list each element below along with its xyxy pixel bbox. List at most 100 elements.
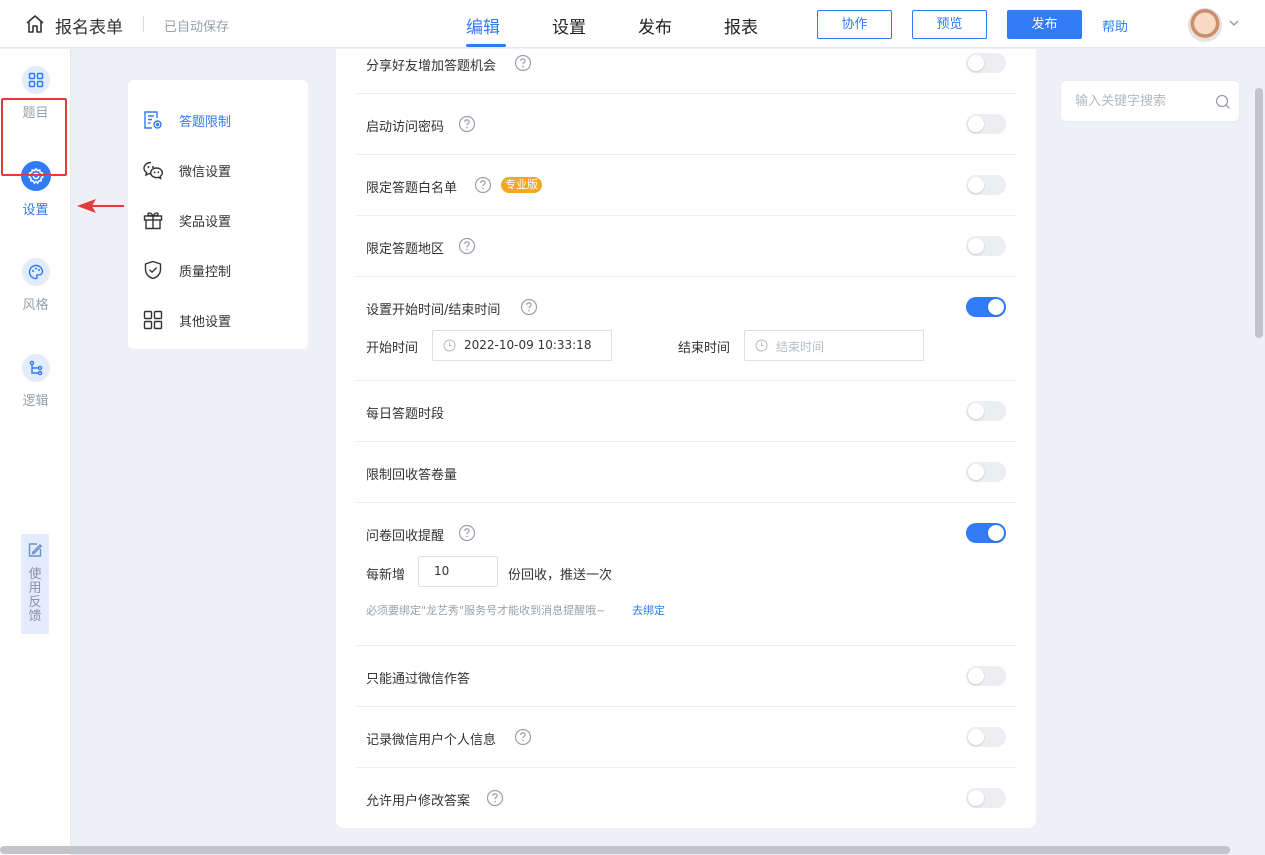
- question-icon[interactable]: [520, 298, 538, 316]
- submenu-label: 奖品设置: [179, 214, 232, 230]
- tab-edit[interactable]: 编辑: [466, 13, 500, 38]
- bind-hint: 必须要绑定"龙艺秀"服务号才能收到消息提醒哦~: [366, 604, 606, 617]
- submenu-item-prize[interactable]: 奖品设置: [128, 195, 308, 245]
- autosave-status: 已自动保存: [164, 20, 230, 35]
- logic-branch-icon: [21, 354, 50, 382]
- home-icon[interactable]: [24, 13, 46, 35]
- setting-label: 限定答题白名单: [366, 181, 458, 196]
- toggle-reminder[interactable]: [966, 523, 1006, 543]
- toggle-share[interactable]: [966, 53, 1006, 73]
- publish-button[interactable]: 发布: [1007, 10, 1082, 39]
- question-icon[interactable]: [486, 789, 504, 807]
- reminder-count-input[interactable]: 10: [418, 556, 498, 587]
- settings-highlight-box: [1, 98, 67, 176]
- setting-row-reminder: 问卷回收提醒 每新增 10 份回收，推送一次 必须要绑定"龙艺秀"服务号才能收到…: [356, 503, 1016, 646]
- grid-icon: [21, 66, 50, 94]
- every-new-label: 每新增: [366, 568, 406, 583]
- avatar[interactable]: [1188, 8, 1222, 42]
- preview-button[interactable]: 预览: [912, 10, 987, 39]
- active-tab-indicator: [466, 44, 506, 47]
- toggle-whitelist[interactable]: [966, 175, 1006, 195]
- toggle-password[interactable]: [966, 114, 1006, 134]
- vertical-scrollbar[interactable]: [1255, 88, 1263, 338]
- feedback-button[interactable]: 使用反馈: [21, 534, 49, 634]
- setting-label: 记录微信用户个人信息: [366, 733, 497, 748]
- setting-label: 限定答题地区: [366, 242, 445, 257]
- rail-item-logic[interactable]: 逻辑: [0, 354, 71, 409]
- search-icon[interactable]: [1215, 94, 1231, 110]
- start-time-input[interactable]: 2022-10-09 10:33:18: [432, 330, 612, 361]
- setting-label: 启动访问密码: [366, 120, 445, 135]
- setting-row-time-range: 设置开始时间/结束时间 开始时间 2022-10-09 10:33:18 结束时…: [356, 277, 1016, 381]
- question-icon[interactable]: [458, 115, 476, 133]
- collab-button[interactable]: 协作: [817, 10, 892, 39]
- shield-check-icon: [144, 260, 162, 280]
- settings-submenu: 答题限制 微信设置 奖品设置 质量控制 其他设置: [128, 80, 308, 349]
- pro-badge: 专业版: [501, 177, 542, 193]
- question-icon[interactable]: [474, 176, 492, 194]
- toggle-wechat-only[interactable]: [966, 666, 1006, 686]
- reminder-count-value: 10: [434, 564, 450, 578]
- top-header: 报名表单 已自动保存 编辑 设置 发布 报表 协作 预览 发布 帮助: [0, 0, 1265, 48]
- clock-icon: [755, 339, 768, 352]
- bind-link[interactable]: 去绑定: [632, 602, 665, 618]
- help-link[interactable]: 帮助: [1102, 16, 1128, 35]
- search-box: [1060, 80, 1240, 122]
- tab-settings[interactable]: 设置: [552, 13, 586, 38]
- question-icon[interactable]: [458, 524, 476, 542]
- submenu-item-quality[interactable]: 质量控制: [128, 245, 308, 295]
- toggle-daily[interactable]: [966, 401, 1006, 421]
- setting-row-region: 限定答题地区: [356, 216, 1016, 277]
- submenu-label: 其他设置: [179, 314, 232, 330]
- submenu-label: 答题限制: [179, 114, 232, 130]
- tab-publish[interactable]: 发布: [638, 13, 672, 38]
- end-time-label: 结束时间: [678, 341, 731, 356]
- gift-icon: [143, 212, 163, 230]
- setting-row-limit-count: 限制回收答卷量: [356, 442, 1016, 503]
- rail-label-settings: 设置: [22, 203, 49, 218]
- chevron-down-icon[interactable]: [1227, 16, 1241, 30]
- toggle-allow-edit[interactable]: [966, 788, 1006, 808]
- setting-row-whitelist: 限定答题白名单 专业版: [356, 155, 1016, 216]
- question-icon[interactable]: [514, 728, 532, 746]
- setting-label: 问卷回收提醒: [366, 529, 445, 544]
- rail-item-style[interactable]: 风格: [0, 258, 71, 313]
- toggle-limit-count[interactable]: [966, 462, 1006, 482]
- question-icon[interactable]: [514, 54, 532, 72]
- setting-label: 允许用户修改答案: [366, 794, 471, 809]
- tab-report[interactable]: 报表: [724, 13, 758, 38]
- question-icon[interactable]: [458, 237, 476, 255]
- clock-icon: [443, 339, 456, 352]
- end-time-input[interactable]: 结束时间: [744, 330, 924, 361]
- rail-label-style: 风格: [22, 298, 49, 313]
- toggle-time-range[interactable]: [966, 297, 1006, 317]
- setting-label: 设置开始时间/结束时间: [366, 303, 501, 318]
- submenu-item-wechat[interactable]: 微信设置: [128, 145, 308, 195]
- setting-row-password: 启动访问密码: [356, 94, 1016, 155]
- feedback-label: 使用反馈: [28, 567, 42, 624]
- setting-row-record-wechat: 记录微信用户个人信息: [356, 707, 1016, 768]
- submenu-item-answer-limit[interactable]: 答题限制: [128, 95, 308, 145]
- setting-row-allow-edit: 允许用户修改答案: [356, 768, 1016, 828]
- setting-label: 分享好友增加答题机会: [366, 59, 497, 74]
- setting-row-share: 分享好友增加答题机会: [356, 49, 1016, 94]
- setting-row-wechat-only: 只能通过微信作答: [356, 646, 1016, 707]
- submenu-label: 质量控制: [179, 264, 232, 280]
- palette-icon: [21, 258, 50, 286]
- wechat-icon: [143, 161, 164, 180]
- toggle-record-wechat[interactable]: [966, 727, 1006, 747]
- start-time-label: 开始时间: [366, 341, 419, 356]
- rail-label-logic: 逻辑: [22, 394, 49, 409]
- search-input[interactable]: [1075, 91, 1215, 111]
- form-title: 报名表单: [55, 18, 123, 38]
- submenu-item-other[interactable]: 其他设置: [128, 295, 308, 345]
- setting-row-daily: 每日答题时段: [356, 381, 1016, 442]
- setting-label: 只能通过微信作答: [366, 672, 471, 687]
- edit-note-icon: [28, 543, 43, 557]
- toggle-region[interactable]: [966, 236, 1006, 256]
- horizontal-scrollbar[interactable]: [0, 846, 1230, 854]
- setting-label: 限制回收答卷量: [366, 468, 458, 483]
- settings-panel: 分享好友增加答题机会 启动访问密码 限定答题白名单 专业版 限定答题地区 设置开…: [336, 49, 1036, 828]
- push-text: 份回收，推送一次: [508, 568, 613, 583]
- end-time-placeholder: 结束时间: [776, 340, 825, 354]
